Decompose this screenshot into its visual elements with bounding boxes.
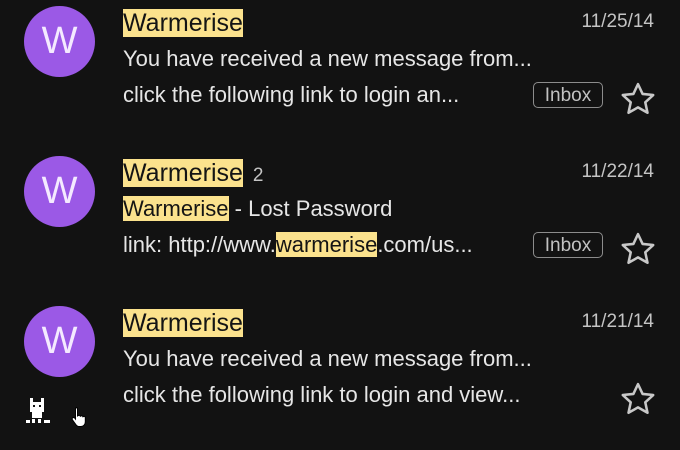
pixel-cat-icon	[24, 394, 54, 426]
email-row[interactable]: W Warmerise 11/25/14 You have received a…	[0, 0, 680, 150]
subject-highlight: Warmerise	[123, 196, 229, 221]
avatar: W	[24, 6, 95, 77]
email-row[interactable]: W Warmerise 11/21/14 You have received a…	[0, 300, 680, 450]
email-date: 11/25/14	[581, 11, 654, 32]
avatar: W	[24, 306, 95, 377]
star-icon[interactable]	[619, 380, 657, 418]
sender-name: Warmerise	[123, 159, 243, 187]
email-preview: click the following link to login and vi…	[123, 382, 521, 407]
email-date: 11/22/14	[581, 161, 654, 182]
email-date: 11/21/14	[581, 311, 654, 332]
star-icon[interactable]	[619, 80, 657, 118]
email-preview: link: http://www.warmerise.com/us...	[123, 228, 529, 262]
email-subject: You have received a new message from...	[123, 46, 532, 71]
sender-line: Warmerise	[123, 6, 243, 40]
preview-highlight: warmerise	[275, 232, 378, 257]
sender-name: Warmerise	[123, 309, 243, 337]
inbox-label: Inbox	[533, 82, 603, 108]
preview-text: link: http://www.	[123, 232, 276, 257]
sender-name: Warmerise	[123, 9, 243, 37]
sender-line: Warmerise	[123, 306, 243, 340]
avatar: W	[24, 156, 95, 227]
email-subject: You have received a new message from...	[123, 346, 532, 371]
email-subject: Warmerise - Lost Password	[123, 192, 598, 226]
preview-text-end: .com/us...	[377, 232, 473, 257]
email-row[interactable]: W Warmerise 2 11/22/14 Warmerise - Lost P…	[0, 150, 680, 300]
thread-count: 2	[252, 165, 264, 186]
hand-pointer-icon	[70, 406, 88, 427]
sender-line: Warmerise 2	[123, 156, 264, 190]
email-preview: click the following link to login an...	[123, 82, 460, 107]
inbox-label: Inbox	[533, 232, 603, 258]
subject-text: - Lost Password	[228, 196, 393, 221]
star-icon[interactable]	[619, 230, 657, 268]
